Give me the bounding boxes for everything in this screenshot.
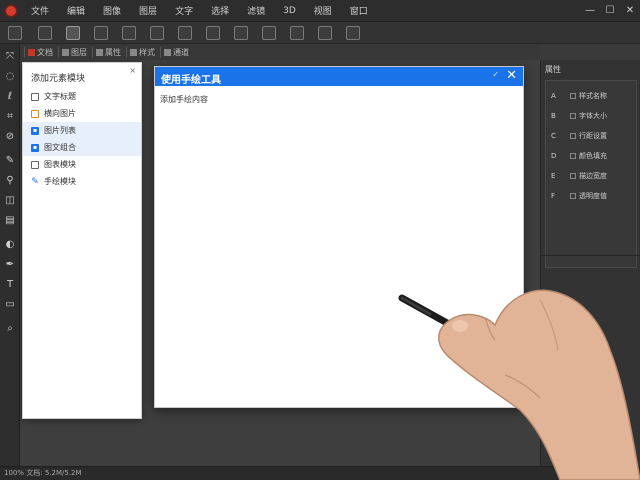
property-row[interactable]: B 字体大小 xyxy=(546,107,636,125)
property-row[interactable]: E 描边宽度 xyxy=(546,167,636,185)
marquee-tool-icon[interactable]: ◌ xyxy=(3,70,17,84)
list-item-image-list[interactable]: ▪ 图片列表 xyxy=(23,122,141,139)
minimize-button[interactable]: — xyxy=(580,5,600,16)
menu-select[interactable]: 选择 xyxy=(202,4,238,17)
checkbox-icon xyxy=(31,92,39,101)
list-item-text-title[interactable]: 文字标题 xyxy=(23,88,141,105)
tools-panel: ⤧ ◌ ℓ ⌗ ⊘ ✎ ⚲ ◫ ▤ ◐ ✒ T ▭ ⌕ xyxy=(0,44,20,466)
brush-tool-icon[interactable]: ✎ xyxy=(3,154,17,168)
check-icon[interactable]: ✓ xyxy=(492,70,499,79)
shape-tool-icon[interactable]: ▭ xyxy=(3,298,17,312)
tool-option-icon[interactable] xyxy=(94,26,108,40)
doc-tab[interactable]: 图层 xyxy=(58,47,90,58)
hand-with-stylus xyxy=(398,289,640,480)
panel-title: 添加元素模块 xyxy=(31,74,86,84)
menu-image[interactable]: 图像 xyxy=(94,4,130,17)
panel-close-icon[interactable]: × xyxy=(129,66,136,75)
list-icon: ▪ xyxy=(31,126,39,135)
bookmark-icon[interactable] xyxy=(66,26,80,40)
tool-option-icon[interactable] xyxy=(8,26,22,40)
doc-tab[interactable]: 属性 xyxy=(92,47,124,58)
dialog-title: 使用手绘工具 xyxy=(161,75,221,86)
app-logo xyxy=(0,0,22,22)
properties-title: 属性 xyxy=(545,65,561,74)
property-row[interactable]: A 样式名称 xyxy=(546,87,636,105)
zoom-tool-icon[interactable]: ⌕ xyxy=(3,322,17,336)
tool-option-icon[interactable] xyxy=(346,26,360,40)
property-row[interactable]: C 行距设置 xyxy=(546,127,636,145)
eyedropper-tool-icon[interactable]: ⊘ xyxy=(3,130,17,144)
pen-icon: ✎ xyxy=(31,176,39,187)
dialog-body-text: 添加手绘内容 xyxy=(160,95,208,104)
crop-tool-icon[interactable]: ⌗ xyxy=(3,110,17,124)
list-item-hand-draw[interactable]: ✎ 手绘模块 xyxy=(23,173,141,190)
dodge-tool-icon[interactable]: ◐ xyxy=(3,238,17,252)
options-toolbar xyxy=(0,22,640,44)
pen-tool-icon[interactable]: ✒ xyxy=(3,258,17,272)
doc-tab[interactable]: 文档 xyxy=(24,47,56,58)
eraser-tool-icon[interactable]: ◫ xyxy=(3,194,17,208)
menu-file[interactable]: 文件 xyxy=(22,4,58,17)
list-item-horizontal-image[interactable]: 横向图片 xyxy=(23,105,141,122)
image-icon xyxy=(31,109,39,118)
doc-tab[interactable]: 通道 xyxy=(160,47,192,58)
tool-option-icon[interactable] xyxy=(318,26,332,40)
menu-filter[interactable]: 滤镜 xyxy=(238,4,274,17)
tool-option-icon[interactable] xyxy=(234,26,248,40)
tool-option-icon[interactable] xyxy=(262,26,276,40)
tool-option-icon[interactable] xyxy=(150,26,164,40)
menu-layer[interactable]: 图层 xyxy=(130,4,166,17)
tool-option-icon[interactable] xyxy=(178,26,192,40)
gradient-tool-icon[interactable]: ▤ xyxy=(3,214,17,228)
dialog-close-button[interactable]: ✕ xyxy=(506,68,517,83)
menu-3d[interactable]: 3D xyxy=(274,6,305,16)
document-tabs: 文档 图层 属性 样式 通道 xyxy=(20,44,540,60)
dialog-title-bar[interactable]: 使用手绘工具 ✓ ✕ xyxy=(155,67,523,86)
tool-option-icon[interactable] xyxy=(206,26,220,40)
stamp-tool-icon[interactable]: ⚲ xyxy=(3,174,17,188)
properties-list: A 样式名称 B 字体大小 C 行距设置 D 颜色填充 E 描边宽度 F 透明度值 xyxy=(545,80,637,268)
move-tool-icon[interactable]: ⤧ xyxy=(3,50,17,64)
maximize-button[interactable]: ☐ xyxy=(600,5,620,16)
tool-option-icon[interactable] xyxy=(290,26,304,40)
media-icon: ▪ xyxy=(31,143,39,152)
chart-icon xyxy=(31,160,39,169)
tool-option-icon[interactable] xyxy=(38,26,52,40)
list-item-chart-module[interactable]: 图表模块 xyxy=(23,156,141,173)
menu-edit[interactable]: 编辑 xyxy=(58,4,94,17)
list-item-media-combo[interactable]: ▪ 图文组合 xyxy=(23,139,141,156)
property-row[interactable]: F 透明度值 xyxy=(546,187,636,205)
menu-type[interactable]: 文字 xyxy=(166,4,202,17)
window-close-button[interactable]: ✕ xyxy=(620,5,640,16)
tool-option-icon[interactable] xyxy=(122,26,136,40)
logo-icon xyxy=(6,5,16,16)
lasso-tool-icon[interactable]: ℓ xyxy=(3,90,17,104)
property-row[interactable]: D 颜色填充 xyxy=(546,147,636,165)
menu-window[interactable]: 窗口 xyxy=(341,4,377,17)
doc-tab[interactable]: 样式 xyxy=(126,47,158,58)
type-tool-icon[interactable]: T xyxy=(3,278,17,292)
menu-bar: 文件 编辑 图像 图层 文字 选择 滤镜 3D 视图 窗口 — ☐ ✕ xyxy=(0,0,640,22)
menu-view[interactable]: 视图 xyxy=(305,4,341,17)
panel-divider xyxy=(541,255,640,256)
element-list-panel: 添加元素模块 × 文字标题 横向图片 ▪ 图片列表 ▪ 图文组合 图表模块 ✎ … xyxy=(22,62,142,419)
